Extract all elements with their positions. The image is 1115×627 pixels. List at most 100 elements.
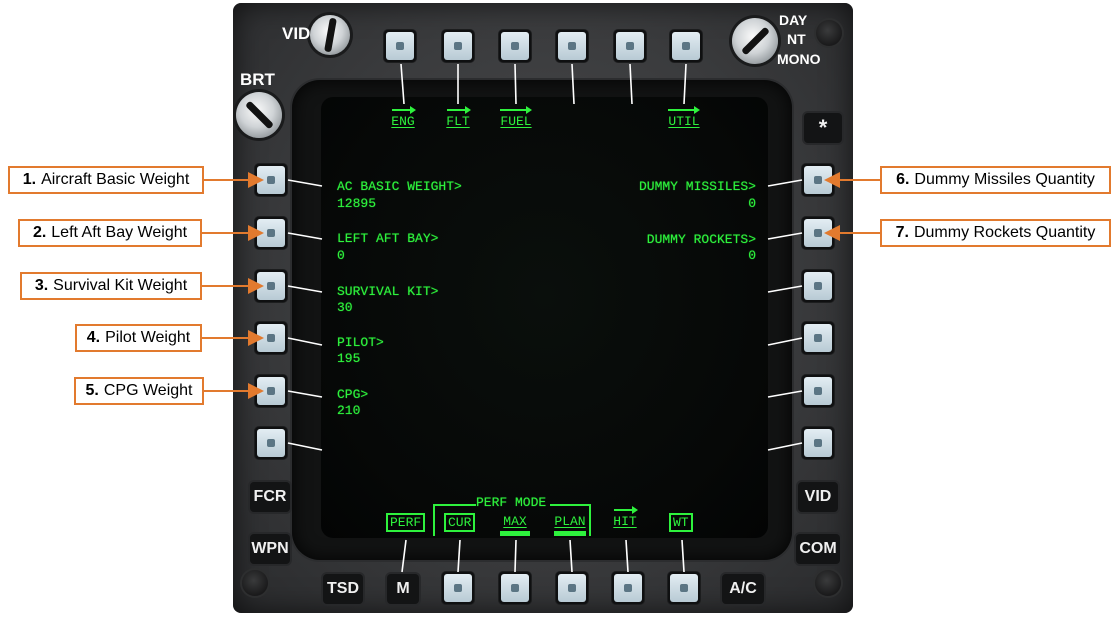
brt-knob[interactable] <box>236 92 282 138</box>
left-button-l2[interactable] <box>255 217 287 249</box>
bottom-button-b4[interactable] <box>556 572 588 604</box>
cpg-value: 210 <box>337 403 361 418</box>
perf-button-label[interactable]: PERF <box>386 513 426 532</box>
bottom-button-b6[interactable] <box>668 572 700 604</box>
button-dot-icon <box>267 229 275 237</box>
button-dot-icon <box>267 387 275 395</box>
callout-3: 3. Survival Kit Weight <box>20 272 202 300</box>
button-dot-icon <box>267 282 275 290</box>
dummy-missiles-label: DUMMY MISSILES> <box>638 179 756 194</box>
button-dot-icon <box>624 584 632 592</box>
top-button-t6[interactable] <box>670 30 702 62</box>
brt-knob-label: BRT <box>240 70 275 89</box>
survival-kit-label: SURVIVAL KIT> <box>337 284 439 299</box>
callout-7: 7. Dummy Rockets Quantity <box>880 219 1111 247</box>
tab-flt[interactable]: FLT <box>440 114 476 129</box>
survival-kit-value: 30 <box>337 300 353 315</box>
left-button-l3[interactable] <box>255 270 287 302</box>
button-dot-icon <box>568 584 576 592</box>
top-button-t2[interactable] <box>442 30 474 62</box>
menu-button[interactable]: M <box>387 574 419 604</box>
screw-bottom-right <box>815 570 841 596</box>
ac-basic-weight-value: 12895 <box>337 196 377 211</box>
button-dot-icon <box>267 439 275 447</box>
button-dot-icon <box>454 584 462 592</box>
day-nt-mono-knob[interactable] <box>732 18 778 64</box>
ac-basic-weight-label: AC BASIC WEIGHT> <box>337 179 462 194</box>
button-dot-icon <box>267 176 275 184</box>
vid-knob-label: VID <box>282 24 311 43</box>
right-button-r4[interactable] <box>802 322 834 354</box>
vid-knob-pointer-icon <box>323 17 337 53</box>
left-button-l5[interactable] <box>255 375 287 407</box>
tab-util[interactable]: UTIL <box>664 114 704 129</box>
vid-knob[interactable] <box>310 15 350 55</box>
button-dot-icon <box>814 439 822 447</box>
wpn-button[interactable]: WPN <box>250 534 290 564</box>
right-button-r3[interactable] <box>802 270 834 302</box>
top-button-t5[interactable] <box>614 30 646 62</box>
left-aft-bay-value: 0 <box>337 248 345 263</box>
left-button-l4[interactable] <box>255 322 287 354</box>
screw-bottom-left <box>242 570 268 596</box>
callout-6: 6. Dummy Missiles Quantity <box>880 166 1111 194</box>
bottom-button-b2[interactable] <box>442 572 474 604</box>
button-dot-icon <box>814 282 822 290</box>
right-button-r1[interactable] <box>802 164 834 196</box>
button-dot-icon <box>814 387 822 395</box>
mono-label: MONO <box>777 51 821 67</box>
right-button-r5[interactable] <box>802 375 834 407</box>
button-dot-icon <box>814 229 822 237</box>
com-button[interactable]: COM <box>796 534 840 564</box>
button-dot-icon <box>814 334 822 342</box>
button-dot-icon <box>680 584 688 592</box>
right-button-r2[interactable] <box>802 217 834 249</box>
vid-button[interactable]: VID <box>798 482 838 512</box>
button-dot-icon <box>267 334 275 342</box>
left-button-l6[interactable] <box>255 427 287 459</box>
bottom-button-b3[interactable] <box>499 572 531 604</box>
right-button-r6[interactable] <box>802 427 834 459</box>
left-button-l1[interactable] <box>255 164 287 196</box>
plan-selected-bar <box>554 531 586 536</box>
nt-label: NT <box>787 31 806 47</box>
plan-button-label[interactable]: PLAN <box>550 514 590 529</box>
dummy-rockets-value: 0 <box>748 248 756 263</box>
cur-button-label[interactable]: CUR <box>444 513 476 532</box>
callout-1: 1. Aircraft Basic Weight <box>8 166 204 194</box>
tsd-button[interactable]: TSD <box>323 574 363 604</box>
wt-button-label[interactable]: WT <box>669 513 693 532</box>
top-button-t4[interactable] <box>556 30 588 62</box>
button-dot-icon <box>511 584 519 592</box>
max-button-label[interactable]: MAX <box>496 514 534 529</box>
button-dot-icon <box>568 42 576 50</box>
day-label: DAY <box>779 12 808 28</box>
max-selected-bar <box>500 531 530 536</box>
button-dot-icon <box>511 42 519 50</box>
bottom-button-b5[interactable] <box>612 572 644 604</box>
left-aft-bay-label: LEFT AFT BAY> <box>337 231 439 246</box>
tab-eng[interactable]: ENG <box>385 114 421 129</box>
button-dot-icon <box>814 176 822 184</box>
mode-knob-pointer-icon <box>740 26 770 56</box>
button-dot-icon <box>682 42 690 50</box>
fcr-button[interactable]: FCR <box>250 482 290 512</box>
callout-2: 2. Left Aft Bay Weight <box>18 219 202 247</box>
dummy-missiles-value: 0 <box>748 196 756 211</box>
callout-5: 5. CPG Weight <box>74 377 204 405</box>
hit-button-label[interactable]: HIT <box>608 514 642 529</box>
top-button-t3[interactable] <box>499 30 531 62</box>
pilot-label: PILOT> <box>337 335 384 350</box>
screw-top-right <box>816 20 842 46</box>
button-dot-icon <box>454 42 462 50</box>
pilot-value: 195 <box>337 351 361 366</box>
button-dot-icon <box>626 42 634 50</box>
asterisk-button[interactable]: * <box>804 113 842 143</box>
tab-fuel[interactable]: FUEL <box>496 114 536 129</box>
top-button-t1[interactable] <box>384 30 416 62</box>
callout-4: 4. Pilot Weight <box>75 324 202 352</box>
brt-knob-pointer-icon <box>244 100 274 130</box>
mfd-screen <box>321 97 768 538</box>
button-dot-icon <box>396 42 404 50</box>
aircraft-button[interactable]: A/C <box>722 574 764 604</box>
